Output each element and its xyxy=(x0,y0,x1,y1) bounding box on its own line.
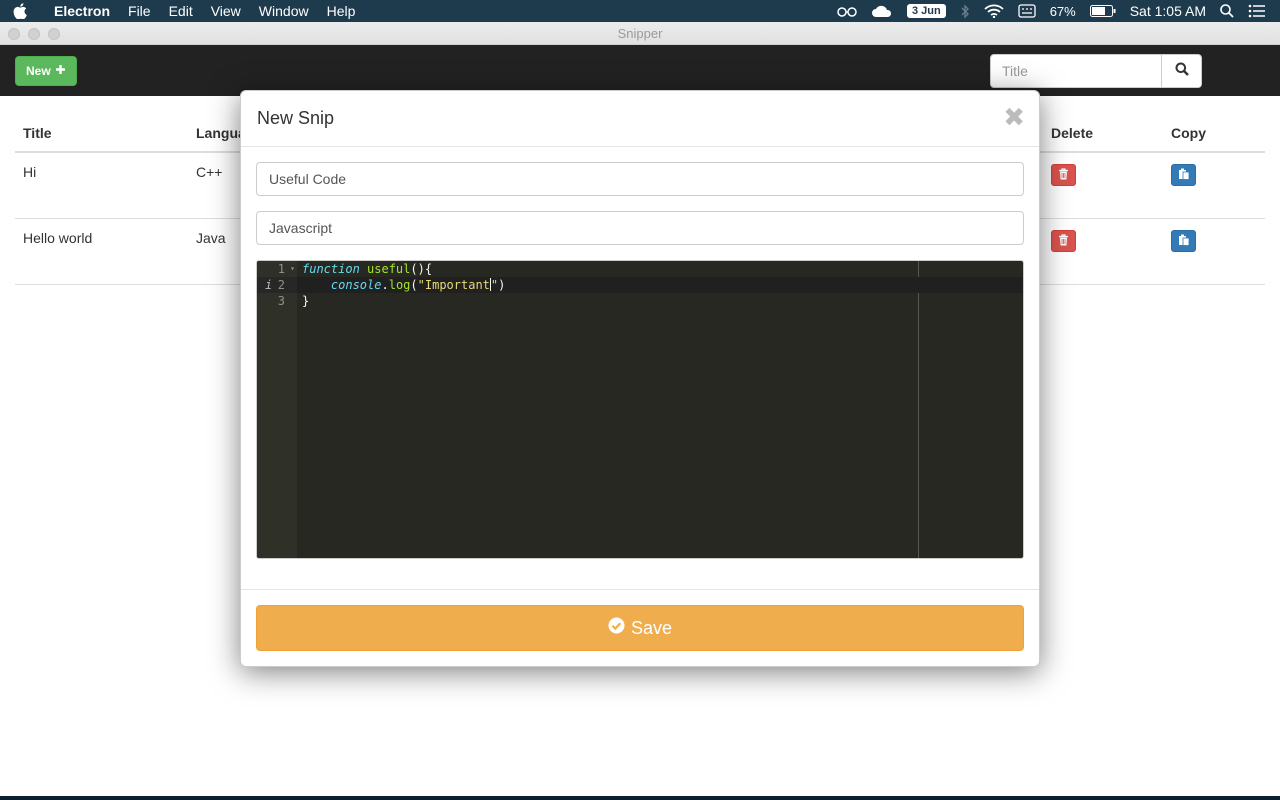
code-line: function useful(){ xyxy=(302,262,433,276)
save-button[interactable]: Save xyxy=(256,605,1024,651)
cloud-icon[interactable] xyxy=(871,4,893,18)
glasses-icon[interactable] xyxy=(837,5,857,17)
wifi-icon[interactable] xyxy=(984,4,1004,18)
macos-menubar: Electron File Edit View Window Help 3 Ju… xyxy=(0,0,1280,22)
code-line: console.log("Important") xyxy=(297,277,1023,293)
bluetooth-icon[interactable] xyxy=(960,3,970,19)
editor-content[interactable]: function useful(){ console.log("Importan… xyxy=(297,261,1023,558)
app-window: Snipper New Title Language Delete Copy H… xyxy=(0,22,1280,796)
modal-title: New Snip xyxy=(257,108,335,128)
menu-view[interactable]: View xyxy=(202,0,250,22)
modal-header: New Snip ✖ xyxy=(241,91,1039,147)
close-icon[interactable]: ✖ xyxy=(1003,104,1025,130)
keyboard-icon[interactable] xyxy=(1018,4,1036,18)
line-number: i 2 xyxy=(257,277,297,293)
code-line: } xyxy=(302,294,310,308)
battery-percentage: 67% xyxy=(1049,3,1076,19)
spotlight-search-icon[interactable] xyxy=(1220,4,1234,18)
desktop-strip xyxy=(0,796,1280,800)
menubar-clock[interactable]: Sat 1:05 AM xyxy=(1130,3,1206,19)
menu-help[interactable]: Help xyxy=(318,0,365,22)
menu-app-name[interactable]: Electron xyxy=(40,0,119,22)
snip-title-input[interactable]: Useful Code xyxy=(256,162,1024,196)
fold-arrow-icon[interactable]: ▾ xyxy=(290,261,295,277)
save-button-label: Save xyxy=(630,617,673,638)
notification-center-icon[interactable] xyxy=(1248,4,1266,18)
snip-language-input[interactable]: Javascript xyxy=(256,211,1024,245)
battery-icon[interactable] xyxy=(1089,5,1116,17)
line-number: 3 xyxy=(277,294,285,308)
code-editor[interactable]: 1 ▾ i 2 3 function useful(){console.log… xyxy=(256,260,1024,559)
check-circle-icon xyxy=(608,617,625,639)
date-badge[interactable]: 3 Jun xyxy=(906,4,946,18)
line-number: 1 ▾ xyxy=(277,261,295,277)
menu-file[interactable]: File xyxy=(119,0,160,22)
modal-body: Useful Code Javascript 1 ▾ i 2 3 functio… xyxy=(241,147,1039,559)
apple-icon[interactable] xyxy=(0,3,40,19)
new-snip-modal: New Snip ✖ Useful Code Javascript 1 ▾ i … xyxy=(240,90,1040,667)
info-marker-icon[interactable]: i xyxy=(265,277,272,293)
editor-gutter: 1 ▾ i 2 3 xyxy=(257,261,297,558)
menu-edit[interactable]: Edit xyxy=(160,0,202,22)
menu-window[interactable]: Window xyxy=(250,0,318,22)
modal-footer: Save xyxy=(241,589,1039,666)
